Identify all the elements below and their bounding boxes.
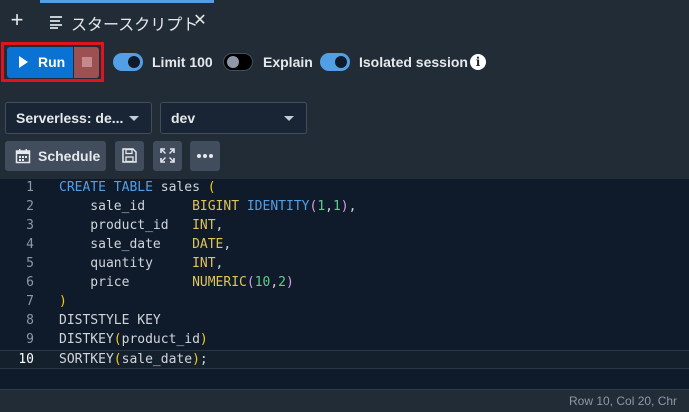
explain-toggle[interactable] [223, 53, 253, 71]
schedule-label: Schedule [38, 148, 101, 164]
code-text: sale_id BIGINT IDENTITY(1,1), [59, 199, 357, 214]
close-icon[interactable]: ✕ [192, 12, 208, 30]
stop-icon [82, 57, 92, 67]
explain-label: Explain [263, 54, 313, 70]
code-line: 5 quantity INT, [0, 255, 689, 274]
code-text: DISTSTYLE KEY [59, 313, 161, 328]
code-text: price NUMERIC(10,2) [59, 275, 294, 290]
line-number: 2 [26, 199, 34, 214]
more-icon [197, 154, 213, 158]
fullscreen-button[interactable] [153, 141, 182, 171]
workgroup-select[interactable]: Serverless: de... [5, 102, 152, 134]
code-text: SORTKEY(sale_date); [59, 352, 208, 367]
code-line-active: 10 SORTKEY(sale_date); [0, 350, 689, 369]
play-icon [19, 56, 28, 68]
code-line: 7 ) [0, 293, 689, 312]
workgroup-value: Serverless: de... [16, 110, 124, 126]
code-line: 8 DISTSTYLE KEY [0, 312, 689, 331]
script-icon [50, 16, 62, 29]
save-icon [122, 148, 137, 163]
status-bar: Row 10, Col 20, Chr [0, 389, 689, 412]
schedule-button[interactable]: Schedule [5, 141, 106, 171]
more-button[interactable] [190, 141, 220, 171]
cursor-position: Row 10, Col 20, Chr [569, 394, 678, 408]
line-number: 7 [26, 294, 34, 309]
tab-bar: + スタースクリプト ✕ [0, 0, 689, 42]
line-number: 5 [26, 256, 34, 271]
sql-editor[interactable]: 1 CREATE TABLE sales ( 2 sale_id BIGINT … [0, 179, 689, 389]
stop-button[interactable] [74, 47, 99, 78]
code-text: quantity INT, [59, 256, 224, 271]
code-line: 3 product_id INT, [0, 217, 689, 236]
code-line: 2 sale_id BIGINT IDENTITY(1,1), [0, 198, 689, 217]
fullscreen-icon [160, 148, 175, 163]
line-number: 1 [26, 180, 34, 195]
code-text: ) [59, 294, 67, 309]
toggle-knob [128, 56, 140, 68]
line-number: 10 [18, 352, 34, 367]
run-button[interactable]: Run [7, 47, 73, 78]
isolated-session-toggle[interactable] [320, 53, 350, 71]
database-value: dev [171, 110, 196, 126]
code-text: DISTKEY(product_id) [59, 332, 208, 347]
tab-title: スタースクリプト [71, 17, 199, 34]
code-line: 6 price NUMERIC(10,2) [0, 274, 689, 293]
code-text: CREATE TABLE sales ( [59, 180, 216, 195]
run-label: Run [38, 54, 66, 70]
code-line: 9 DISTKEY(product_id) [0, 331, 689, 350]
line-number: 9 [26, 332, 34, 347]
isolated-session-label: Isolated session [359, 54, 468, 70]
calendar-icon [15, 149, 31, 164]
plus-icon[interactable]: + [6, 8, 28, 32]
code-text: product_id INT, [59, 218, 224, 233]
code-line: 1 CREATE TABLE sales ( [0, 179, 689, 198]
active-tab-indicator [40, 0, 214, 3]
toggle-knob [335, 56, 347, 68]
chevron-down-icon [129, 116, 139, 121]
tab-script[interactable]: スタースクリプト ✕ [40, 0, 214, 42]
database-select[interactable]: dev [160, 102, 307, 134]
info-icon[interactable]: i [470, 54, 486, 70]
limit-toggle[interactable] [113, 53, 143, 71]
limit-label: Limit 100 [152, 54, 213, 70]
save-button[interactable] [115, 141, 144, 171]
line-number: 6 [26, 275, 34, 290]
code-text: sale_date DATE, [59, 237, 232, 252]
toggle-knob [227, 56, 239, 68]
line-number: 3 [26, 218, 34, 233]
chevron-down-icon [284, 116, 294, 121]
line-number: 8 [26, 313, 34, 328]
line-number: 4 [26, 237, 34, 252]
code-line: 4 sale_date DATE, [0, 236, 689, 255]
